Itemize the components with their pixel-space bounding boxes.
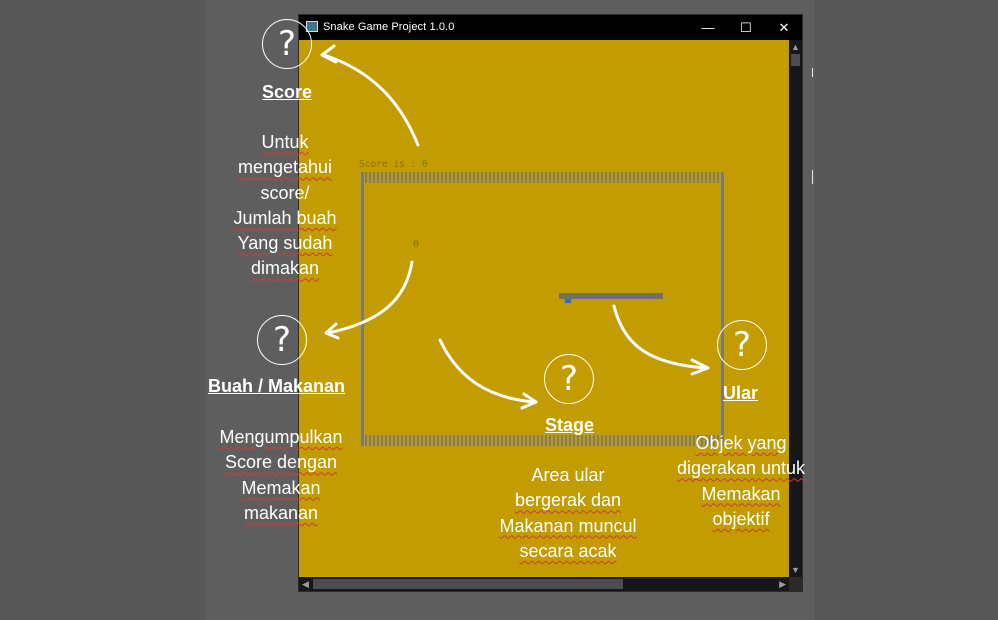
question-circle-icon: ? <box>544 354 594 404</box>
background-right <box>815 0 998 620</box>
divider-tick <box>812 170 813 184</box>
scroll-down-icon[interactable]: ▼ <box>789 565 802 575</box>
snake-head <box>565 299 571 303</box>
score-description: Untuk mengetahui score/ Jumlah buah Yang… <box>233 132 337 279</box>
snake-description: Objek yang digerakan untuk Memakan objek… <box>676 433 806 529</box>
minimize-button[interactable]: — <box>689 15 727 40</box>
snake-label: Ular <box>723 383 759 403</box>
scroll-up-icon[interactable]: ▲ <box>789 42 802 52</box>
score-label: Score <box>262 82 313 102</box>
stage-label: Stage <box>545 415 595 435</box>
window-title: Snake Game Project 1.0.0 <box>323 21 455 33</box>
stage-left-wall <box>361 172 364 446</box>
scroll-left-icon[interactable]: ◀ <box>302 577 309 591</box>
horizontal-scrollbar[interactable]: ◀ ▶ <box>299 577 789 591</box>
stage-right-wall <box>721 172 724 446</box>
window-titlebar[interactable]: Snake Game Project 1.0.0 — ☐ ✕ <box>299 15 802 40</box>
maximize-button[interactable]: ☐ <box>727 15 765 40</box>
scroll-right-icon[interactable]: ▶ <box>779 577 786 591</box>
background-left <box>0 0 205 620</box>
vertical-scroll-thumb[interactable] <box>791 54 800 66</box>
question-circle-icon: ? <box>257 315 307 365</box>
food-item: 0 <box>413 239 420 250</box>
close-button[interactable]: ✕ <box>765 15 803 40</box>
divider-tick <box>812 68 813 77</box>
score-display: Score is : 0 <box>359 159 428 170</box>
question-circle-icon: ? <box>262 19 312 69</box>
horizontal-scroll-thumb[interactable] <box>313 579 623 589</box>
food-label: Buah / Makanan <box>208 376 346 396</box>
stage-description: Area ular bergerak dan Makanan muncul se… <box>499 465 637 561</box>
question-circle-icon: ? <box>717 320 767 370</box>
stage-top-wall <box>361 172 723 183</box>
food-description: Mengumpulkan Score dengan Memakan makana… <box>219 427 343 523</box>
snake-body <box>559 293 663 299</box>
resize-grip[interactable] <box>789 577 802 591</box>
